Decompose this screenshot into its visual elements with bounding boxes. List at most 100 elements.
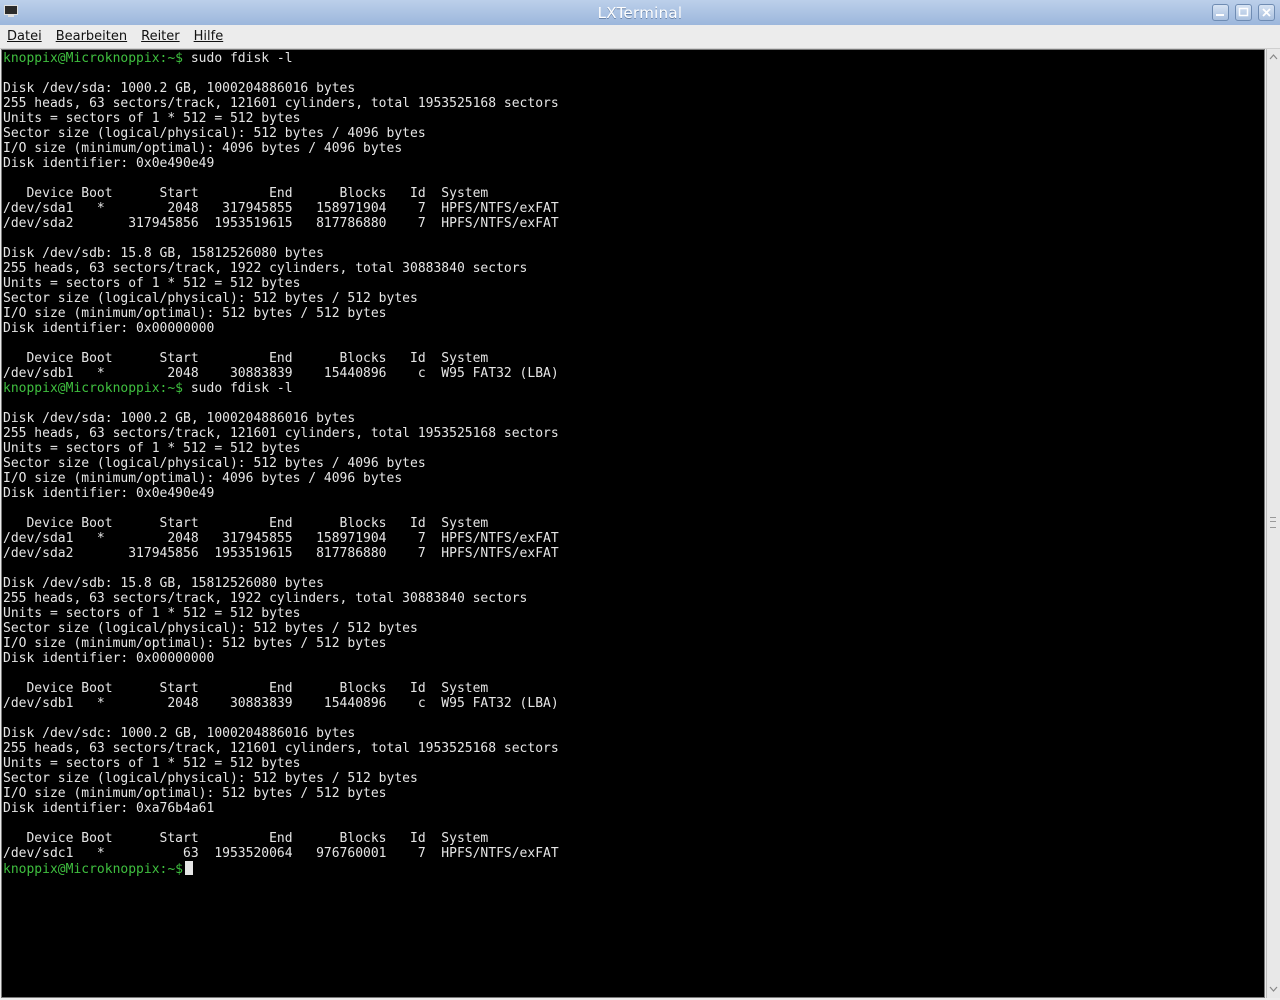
terminal-line: Disk /dev/sdb: 15.8 GB, 15812526080 byte…	[3, 246, 559, 261]
terminal-line: 255 heads, 63 sectors/track, 1922 cylind…	[3, 591, 559, 606]
title-bar[interactable]: LXTerminal	[0, 0, 1280, 26]
terminal-line: 255 heads, 63 sectors/track, 121601 cyli…	[3, 741, 559, 756]
menu-hilfe-label: Hilfe	[193, 29, 224, 44]
menu-reiter-label: Reiter	[141, 29, 180, 44]
output-text: Disk identifier: 0x00000000	[3, 651, 215, 666]
shell-prompt: knoppix@Microknoppix:~$	[3, 51, 184, 66]
minimize-button[interactable]	[1212, 4, 1229, 21]
output-text: 255 heads, 63 sectors/track, 121601 cyli…	[3, 96, 559, 111]
output-text: Sector size (logical/physical): 512 byte…	[3, 621, 418, 636]
output-text: Device Boot Start End Blocks Id System	[3, 681, 489, 696]
active-prompt-line[interactable]: knoppix@Microknoppix:~$	[3, 861, 559, 877]
output-text: Disk /dev/sdb: 15.8 GB, 15812526080 byte…	[3, 246, 324, 261]
terminal-line: Disk identifier: 0x0e490e49	[3, 156, 559, 171]
terminal-line: Device Boot Start End Blocks Id System	[3, 516, 559, 531]
terminal-line: /dev/sda2 317945856 1953519615 817786880…	[3, 216, 559, 231]
output-text: Device Boot Start End Blocks Id System	[3, 186, 489, 201]
terminal-line: 255 heads, 63 sectors/track, 121601 cyli…	[3, 96, 559, 111]
command-text: sudo fdisk -l	[183, 381, 293, 396]
output-text: Sector size (logical/physical): 512 byte…	[3, 456, 426, 471]
terminal-line: Sector size (logical/physical): 512 byte…	[3, 291, 559, 306]
terminal-line: Disk /dev/sdb: 15.8 GB, 15812526080 byte…	[3, 576, 559, 591]
output-text: /dev/sdc1 * 63 1953520064 976760001 7 HP…	[3, 846, 559, 861]
scroll-up-arrow-icon[interactable]	[1268, 52, 1279, 63]
terminal-line: /dev/sdb1 * 2048 30883839 15440896 c W95…	[3, 696, 559, 711]
vertical-scrollbar[interactable]	[1266, 49, 1280, 998]
output-text: Sector size (logical/physical): 512 byte…	[3, 291, 418, 306]
terminal-line: /dev/sdc1 * 63 1953520064 976760001 7 HP…	[3, 846, 559, 861]
terminal-line: Sector size (logical/physical): 512 byte…	[3, 621, 559, 636]
terminal-line: I/O size (minimum/optimal): 512 bytes / …	[3, 786, 559, 801]
output-text: Disk /dev/sda: 1000.2 GB, 1000204886016 …	[3, 81, 356, 96]
terminal-line: Disk identifier: 0x0e490e49	[3, 486, 559, 501]
shell-prompt: knoppix@Microknoppix:~$	[3, 381, 184, 396]
terminal-line: Sector size (logical/physical): 512 byte…	[3, 771, 559, 786]
output-text: /dev/sda1 * 2048 317945855 158971904 7 H…	[3, 201, 559, 216]
scroll-down-arrow-icon[interactable]	[1268, 983, 1279, 994]
terminal-line: /dev/sda1 * 2048 317945855 158971904 7 H…	[3, 531, 559, 546]
output-text: /dev/sda1 * 2048 317945855 158971904 7 H…	[3, 531, 559, 546]
close-button[interactable]	[1258, 4, 1275, 21]
menu-hilfe[interactable]: Hilfe	[187, 25, 231, 45]
output-text: Units = sectors of 1 * 512 = 512 bytes	[3, 441, 301, 456]
output-text: /dev/sdb1 * 2048 30883839 15440896 c W95…	[3, 366, 559, 381]
terminal-line: Disk identifier: 0x00000000	[3, 321, 559, 336]
menu-bar: Datei Bearbeiten Reiter Hilfe	[0, 25, 1280, 49]
text-cursor	[185, 861, 194, 875]
menu-bearbeiten[interactable]: Bearbeiten	[49, 25, 134, 45]
terminal-line: /dev/sda2 317945856 1953519615 817786880…	[3, 546, 559, 561]
close-icon	[1262, 8, 1271, 17]
scrollbar-grip-icon[interactable]	[1270, 517, 1276, 528]
menu-bearbeiten-label: Bearbeiten	[55, 29, 128, 44]
terminal-line: Device Boot Start End Blocks Id System	[3, 831, 559, 846]
output-text: Device Boot Start End Blocks Id System	[3, 351, 489, 366]
output-text: Sector size (logical/physical): 512 byte…	[3, 771, 418, 786]
output-text: 255 heads, 63 sectors/track, 121601 cyli…	[3, 741, 559, 756]
minimize-icon	[1216, 14, 1224, 16]
terminal-line: 255 heads, 63 sectors/track, 1922 cylind…	[3, 261, 559, 276]
terminal-line: I/O size (minimum/optimal): 4096 bytes /…	[3, 141, 559, 156]
terminal-line: Units = sectors of 1 * 512 = 512 bytes	[3, 111, 559, 126]
output-text: Disk identifier: 0x0e490e49	[3, 156, 215, 171]
output-text: Device Boot Start End Blocks Id System	[3, 831, 489, 846]
output-text: Units = sectors of 1 * 512 = 512 bytes	[3, 756, 301, 771]
menu-reiter[interactable]: Reiter	[134, 25, 187, 45]
output-text: /dev/sda2 317945856 1953519615 817786880…	[3, 546, 559, 561]
terminal-line: Sector size (logical/physical): 512 byte…	[3, 456, 559, 471]
terminal-output-area[interactable]: knoppix@Microknoppix:~$ sudo fdisk -l Dis…	[1, 49, 1265, 998]
terminal-line: I/O size (minimum/optimal): 512 bytes / …	[3, 636, 559, 651]
lxterminal-window: LXTerminal Datei Bearbeiten Reiter Hilfe kn…	[0, 0, 1280, 1000]
output-text: Device Boot Start End Blocks Id System	[3, 516, 489, 531]
output-text: 255 heads, 63 sectors/track, 1922 cylind…	[3, 591, 528, 606]
output-text: Units = sectors of 1 * 512 = 512 bytes	[3, 606, 301, 621]
terminal-line: /dev/sda1 * 2048 317945855 158971904 7 H…	[3, 201, 559, 216]
terminal-line: Disk identifier: 0xa76b4a61	[3, 801, 559, 816]
output-text: 255 heads, 63 sectors/track, 1922 cylind…	[3, 261, 528, 276]
terminal-line: Units = sectors of 1 * 512 = 512 bytes	[3, 756, 559, 771]
terminal-line: Disk identifier: 0x00000000	[3, 651, 559, 666]
output-text: Disk identifier: 0x0e490e49	[3, 486, 215, 501]
output-text: Disk /dev/sdb: 15.8 GB, 15812526080 byte…	[3, 576, 324, 591]
terminal-lines: knoppix@Microknoppix:~$ sudo fdisk -l Dis…	[3, 51, 559, 877]
terminal-line: /dev/sdb1 * 2048 30883839 15440896 c W95…	[3, 366, 559, 381]
maximize-button[interactable]	[1235, 4, 1252, 21]
terminal-line: knoppix@Microknoppix:~$ sudo fdisk -l	[3, 51, 559, 66]
terminal-line: Device Boot Start End Blocks Id System	[3, 681, 559, 696]
terminal-line: Units = sectors of 1 * 512 = 512 bytes	[3, 276, 559, 291]
terminal-line: Device Boot Start End Blocks Id System	[3, 351, 559, 366]
output-text: Sector size (logical/physical): 512 byte…	[3, 126, 426, 141]
output-text: Disk /dev/sda: 1000.2 GB, 1000204886016 …	[3, 411, 356, 426]
menu-datei[interactable]: Datei	[0, 25, 49, 45]
terminal-line: Disk /dev/sda: 1000.2 GB, 1000204886016 …	[3, 81, 559, 96]
terminal-line: Disk /dev/sdc: 1000.2 GB, 1000204886016 …	[3, 726, 559, 741]
output-text: I/O size (minimum/optimal): 512 bytes / …	[3, 786, 387, 801]
terminal-line: Disk /dev/sda: 1000.2 GB, 1000204886016 …	[3, 411, 559, 426]
